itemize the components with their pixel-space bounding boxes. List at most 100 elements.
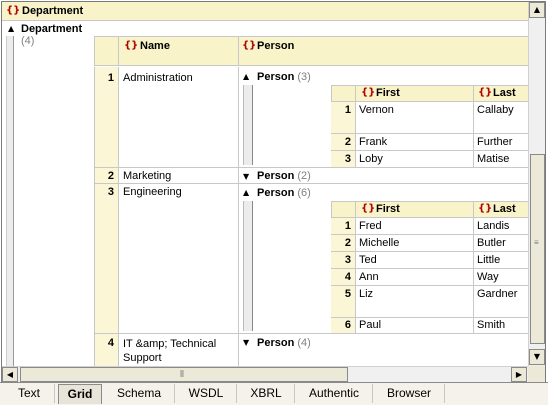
first-value: Frank (359, 136, 388, 148)
first-cell[interactable]: Ted (356, 252, 474, 269)
last-value: Gardner (477, 288, 518, 300)
first-value: Liz (359, 288, 374, 300)
table-row-number: 3 (331, 151, 356, 167)
last-value: Landis (477, 220, 510, 232)
root-collapse-bar[interactable] (6, 36, 14, 366)
vertical-scrollbar[interactable]: ▲ ≡ ▼ (528, 2, 545, 366)
element-brace-icon: {} (6, 5, 21, 16)
last-value: Little (477, 254, 501, 266)
first-cell[interactable]: Michelle (356, 235, 474, 252)
first-cell[interactable]: Fred (356, 218, 474, 235)
row-number: 2 (344, 237, 351, 249)
last-cell[interactable]: Further (474, 134, 528, 151)
last-cell[interactable]: Smith (474, 318, 528, 333)
tab-wsdl[interactable]: WSDL (176, 384, 237, 403)
scroll-down-button[interactable]: ▼ (529, 349, 545, 365)
tab-schema[interactable]: Schema (104, 384, 175, 403)
first-cell[interactable]: Loby (356, 151, 474, 167)
tab-grid[interactable]: Grid (58, 384, 102, 404)
name-cell[interactable]: IT &amp; Technical Support (119, 334, 239, 366)
root-element-label: Department (22, 5, 84, 17)
first-cell[interactable]: Paul (356, 318, 474, 333)
column-header-last[interactable]: {} Last (474, 85, 528, 102)
row-number: 1 (344, 104, 351, 116)
person-group-count: (3) (297, 71, 311, 83)
tab-browser[interactable]: Browser (374, 384, 445, 403)
column-header-first-label: First (376, 87, 400, 99)
row-number: 2 (107, 170, 114, 182)
scroll-down-icon: ▼ (533, 352, 541, 361)
rownum-header (94, 36, 119, 66)
person-group-header[interactable]: ▲ Person (6) (241, 185, 361, 201)
column-header-last-label: Last (493, 87, 516, 99)
row-number: 3 (344, 254, 351, 266)
first-cell[interactable]: Frank (356, 134, 474, 151)
column-header-name-label: Name (140, 40, 170, 52)
person-group-label: Person (257, 337, 295, 349)
triangle-down-icon: ▼ (243, 338, 250, 347)
column-header-person-label: Person (257, 40, 295, 52)
department-group-count: (4) (21, 35, 35, 47)
last-cell[interactable]: Callaby (474, 102, 528, 134)
person-collapse-bar[interactable] (243, 201, 253, 331)
triangle-up-icon: ▲ (243, 72, 250, 81)
first-value: Ann (359, 271, 379, 283)
department-group-label: Department (21, 23, 83, 35)
triangle-down-icon: ▼ (243, 172, 250, 181)
grip-icon: ⦀ (180, 369, 184, 379)
name-value: Engineering (123, 186, 182, 198)
first-cell[interactable]: Vernon (356, 102, 474, 134)
person-group-header[interactable]: ▼ Person (2) (241, 169, 361, 184)
scroll-up-button[interactable]: ▲ (529, 2, 545, 18)
first-value: Ted (359, 254, 377, 266)
last-value: Further (477, 136, 513, 148)
row-number: 5 (344, 288, 351, 300)
last-value: Smith (477, 319, 506, 331)
name-cell[interactable]: Marketing (119, 168, 239, 183)
column-header-first[interactable]: {} First (356, 201, 474, 218)
scroll-thumb[interactable]: ⦀ (20, 367, 348, 382)
last-cell[interactable]: Butler (474, 235, 528, 252)
department-group-header[interactable]: ▲ Department (4) (6, 21, 92, 47)
first-value: Loby (359, 153, 383, 165)
last-cell[interactable]: Matise (474, 151, 528, 167)
name-cell[interactable]: Engineering (119, 184, 239, 333)
person-group-count: (4) (297, 337, 311, 349)
triangle-up-icon: ▲ (8, 24, 15, 33)
last-cell[interactable]: Little (474, 252, 528, 269)
column-header-last-label: Last (493, 203, 516, 215)
last-cell[interactable]: Way (474, 269, 528, 286)
first-value: Vernon (359, 104, 394, 116)
root-element-header[interactable]: {} Department (2, 2, 528, 21)
person-group-header[interactable]: ▼ Person (4) (241, 335, 361, 351)
element-brace-icon: {} (478, 203, 493, 214)
tab-text[interactable]: Text (4, 384, 55, 403)
person-group-header[interactable]: ▲ Person (3) (241, 69, 361, 85)
person-group-label: Person (257, 187, 295, 199)
scroll-left-button[interactable]: ◀ (2, 367, 18, 382)
row-number: 1 (107, 72, 114, 84)
column-header-last[interactable]: {} Last (474, 201, 528, 218)
person-collapse-bar[interactable] (243, 85, 253, 165)
first-cell[interactable]: Liz (356, 286, 474, 318)
scroll-thumb[interactable]: ≡ (530, 154, 545, 344)
element-brace-icon: {} (478, 87, 493, 98)
element-brace-icon: {} (242, 40, 257, 51)
first-cell[interactable]: Ann (356, 269, 474, 286)
last-cell[interactable]: Landis (474, 218, 528, 235)
row-number: 4 (107, 337, 114, 349)
column-header-name[interactable]: {} Name (119, 36, 239, 66)
column-header-person[interactable]: {} Person (239, 36, 528, 66)
last-cell[interactable]: Gardner (474, 286, 528, 318)
name-cell[interactable]: Administration (119, 67, 239, 167)
scroll-right-button[interactable]: ▶ (511, 367, 527, 382)
table-row-number: 1 (94, 67, 119, 168)
last-value: Callaby (477, 104, 514, 116)
tab-xbrl[interactable]: XBRL (238, 384, 295, 403)
horizontal-scrollbar[interactable]: ◀ ⦀ ▶ (2, 366, 528, 382)
column-header-first[interactable]: {} First (356, 85, 474, 102)
tab-authentic[interactable]: Authentic (296, 384, 373, 403)
table-row-number: 5 (331, 286, 356, 318)
row-number: 4 (344, 271, 351, 283)
row-number: 6 (344, 319, 351, 331)
